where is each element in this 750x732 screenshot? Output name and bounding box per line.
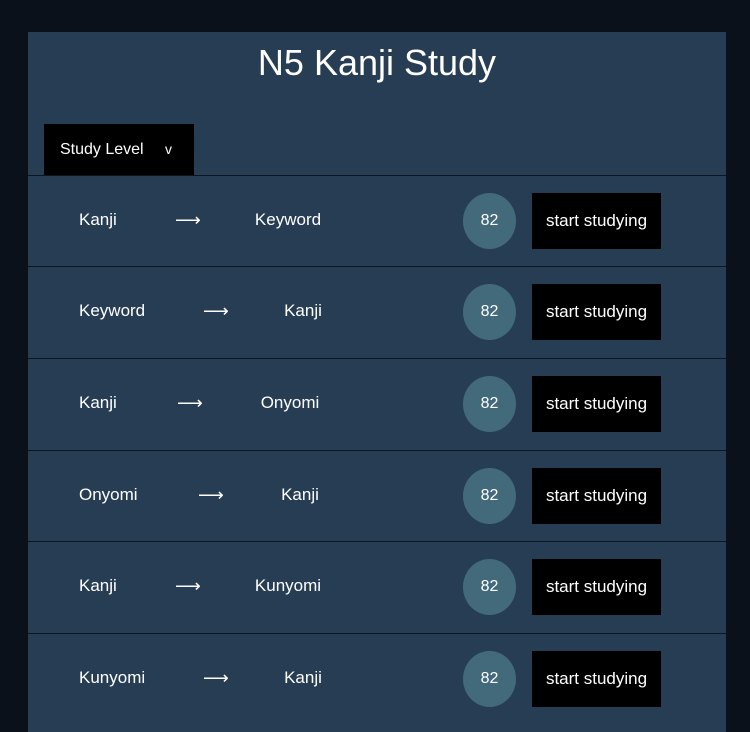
mode-to-label: Kanji bbox=[284, 668, 322, 687]
study-mode-row: Kunyomi ⟶ Kanji 82 start studying bbox=[28, 633, 726, 724]
study-mode-row: Kanji ⟶ Keyword 82 start studying bbox=[28, 175, 726, 266]
study-mode-row: Onyomi ⟶ Kanji 82 start studying bbox=[28, 450, 726, 541]
card-count-badge: 82 bbox=[463, 651, 516, 707]
mode-from-label: Onyomi bbox=[79, 485, 138, 504]
mode-to-label: Kanji bbox=[284, 301, 322, 320]
arrow-right-icon: ⟶ bbox=[175, 576, 201, 596]
study-level-dropdown[interactable]: Study Level v bbox=[44, 124, 194, 175]
mode-from-label: Kunyomi bbox=[79, 668, 146, 687]
start-studying-button[interactable]: start studying bbox=[532, 193, 661, 249]
arrow-right-icon: ⟶ bbox=[198, 485, 224, 505]
start-studying-button[interactable]: start studying bbox=[532, 559, 661, 615]
study-mode-row: Kanji ⟶ Onyomi 82 start studying bbox=[28, 358, 726, 449]
start-studying-button[interactable]: start studying bbox=[532, 468, 661, 524]
chevron-down-icon: v bbox=[165, 141, 172, 157]
card-count-badge: 82 bbox=[463, 376, 516, 432]
start-studying-button[interactable]: start studying bbox=[532, 284, 661, 340]
mode-to-label: Onyomi bbox=[260, 393, 320, 412]
arrow-right-icon: ⟶ bbox=[203, 668, 229, 688]
mode-from-label: Kanji bbox=[79, 210, 117, 229]
mode-to-label: Kanji bbox=[281, 485, 319, 504]
arrow-right-icon: ⟶ bbox=[175, 210, 201, 230]
study-level-label: Study Level bbox=[60, 140, 144, 158]
mode-from-label: Kanji bbox=[79, 576, 117, 595]
mode-from-label: Keyword bbox=[79, 301, 146, 320]
mode-to-label: Kunyomi bbox=[254, 576, 322, 595]
study-mode-row: Kanji ⟶ Kunyomi 82 start studying bbox=[28, 541, 726, 632]
card-count-badge: 82 bbox=[463, 193, 516, 249]
study-mode-row: Keyword ⟶ Kanji 82 start studying bbox=[28, 266, 726, 357]
mode-to-label: Keyword bbox=[254, 210, 322, 229]
study-panel: N5 Kanji Study Study Level v Kanji ⟶ Key… bbox=[28, 32, 726, 732]
start-studying-button[interactable]: start studying bbox=[532, 651, 661, 707]
card-count-badge: 82 bbox=[463, 559, 516, 615]
page-title: N5 Kanji Study bbox=[257, 42, 497, 83]
card-count-badge: 82 bbox=[463, 284, 516, 340]
card-count-badge: 82 bbox=[463, 468, 516, 524]
start-studying-button[interactable]: start studying bbox=[532, 376, 661, 432]
arrow-right-icon: ⟶ bbox=[203, 301, 229, 321]
arrow-right-icon: ⟶ bbox=[177, 393, 203, 413]
mode-from-label: Kanji bbox=[79, 393, 117, 412]
